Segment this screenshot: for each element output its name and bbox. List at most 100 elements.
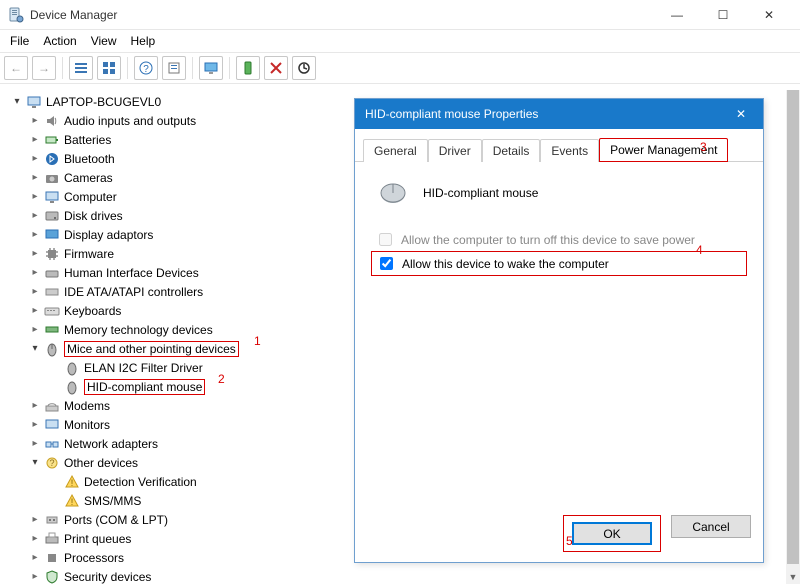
- toolbar-button[interactable]: [69, 56, 93, 80]
- scroll-down-icon[interactable]: ▼: [786, 570, 800, 584]
- annotation-5: 5: [566, 534, 573, 548]
- menu-action[interactable]: Action: [43, 34, 76, 48]
- tree-item-label: Firmware: [64, 247, 114, 261]
- expand-icon[interactable]: [28, 305, 42, 316]
- tree-item-label: Print queues: [64, 532, 131, 546]
- toolbar-button[interactable]: [236, 56, 260, 80]
- circle-arrow-icon: [297, 61, 311, 75]
- toolbar-button[interactable]: [162, 56, 186, 80]
- vertical-scrollbar[interactable]: ▲ ▼: [786, 90, 800, 584]
- tree-item-label: Computer: [64, 190, 117, 204]
- tab-events[interactable]: Events: [540, 139, 599, 162]
- memory-icon: [44, 322, 60, 338]
- ok-button[interactable]: OK: [572, 522, 652, 545]
- expand-icon[interactable]: [28, 153, 42, 164]
- expand-icon[interactable]: [28, 514, 42, 525]
- checkbox-wake[interactable]: Allow this device to wake the computer: [371, 251, 747, 276]
- dialog-close-button[interactable]: ✕: [729, 107, 753, 121]
- checkbox-turn-off: Allow the computer to turn off this devi…: [371, 228, 747, 251]
- toolbar-button[interactable]: [264, 56, 288, 80]
- checkbox-input[interactable]: [380, 257, 393, 270]
- tree-item-label: Ports (COM & LPT): [64, 513, 168, 527]
- tree-item-label: Monitors: [64, 418, 110, 432]
- tree-item-label: HID-compliant mouse: [84, 379, 205, 395]
- menu-file[interactable]: File: [10, 34, 29, 48]
- expand-icon[interactable]: [28, 191, 42, 202]
- warn-icon: !: [64, 474, 80, 490]
- expand-icon[interactable]: [28, 552, 42, 563]
- tree-item-label: Keyboards: [64, 304, 121, 318]
- tab-driver[interactable]: Driver: [428, 139, 482, 162]
- battery-icon: [44, 132, 60, 148]
- tree-item-label: IDE ATA/ATAPI controllers: [64, 285, 203, 299]
- computer-icon: [26, 94, 42, 110]
- separator: [192, 57, 193, 79]
- tree-item-label: Mice and other pointing devices: [64, 341, 239, 357]
- tree-item-label: Display adaptors: [64, 228, 153, 242]
- dialog-title: HID-compliant mouse Properties: [365, 107, 538, 121]
- hid-icon: [44, 265, 60, 281]
- tree-item-label: Cameras: [64, 171, 113, 185]
- checkbox-label: Allow the computer to turn off this devi…: [401, 233, 695, 247]
- toolbar-button[interactable]: [199, 56, 223, 80]
- tree-item-label: ELAN I2C Filter Driver: [84, 361, 203, 375]
- expand-icon[interactable]: [28, 134, 42, 145]
- expand-icon[interactable]: [28, 286, 42, 297]
- toolbar-button[interactable]: [97, 56, 121, 80]
- tree-item-label: Detection Verification: [84, 475, 197, 489]
- expand-icon[interactable]: [28, 533, 42, 544]
- annotation-1: 1: [254, 334, 261, 348]
- tree-item-security[interactable]: Security devices: [6, 567, 786, 584]
- expand-icon[interactable]: [10, 96, 24, 107]
- help-icon: ?: [139, 61, 153, 75]
- expand-icon[interactable]: [28, 267, 42, 278]
- monitor-icon: [204, 61, 218, 75]
- device-summary: HID-compliant mouse: [375, 180, 747, 206]
- tab-general[interactable]: General: [363, 139, 428, 162]
- expand-icon[interactable]: [28, 172, 42, 183]
- nav-back-button[interactable]: ←: [4, 56, 28, 80]
- uninstall-icon: [269, 61, 283, 75]
- expand-icon[interactable]: [28, 571, 42, 582]
- nav-forward-button[interactable]: →: [32, 56, 56, 80]
- window-controls: — ☐ ✕: [654, 0, 792, 30]
- cancel-button[interactable]: Cancel: [671, 515, 751, 538]
- toolbar-button[interactable]: [292, 56, 316, 80]
- computer-icon: [44, 189, 60, 205]
- svg-text:?: ?: [49, 458, 54, 468]
- tab-power-management[interactable]: Power Management: [599, 138, 728, 162]
- expand-icon[interactable]: [28, 324, 42, 335]
- cpu-icon: [44, 550, 60, 566]
- separator: [62, 57, 63, 79]
- maximize-button[interactable]: ☐: [700, 0, 746, 30]
- svg-text:!: !: [71, 478, 74, 488]
- expand-icon[interactable]: [28, 210, 42, 221]
- expand-icon[interactable]: [28, 419, 42, 430]
- device-name: HID-compliant mouse: [423, 186, 538, 200]
- modem-icon: [44, 398, 60, 414]
- tree-item-label: Disk drives: [64, 209, 123, 223]
- dialog-titlebar: HID-compliant mouse Properties ✕: [355, 99, 763, 129]
- expand-icon[interactable]: [28, 438, 42, 449]
- menu-view[interactable]: View: [91, 34, 117, 48]
- app-icon: [8, 7, 24, 23]
- props-icon: [167, 61, 181, 75]
- expand-icon[interactable]: [28, 115, 42, 126]
- minimize-button[interactable]: —: [654, 0, 700, 30]
- toolbar-button[interactable]: ?: [134, 56, 158, 80]
- mouse-large-icon: [375, 180, 411, 206]
- tab-details[interactable]: Details: [482, 139, 541, 162]
- arrow-left-icon: ←: [10, 61, 22, 75]
- expand-icon[interactable]: [28, 343, 42, 354]
- expand-icon[interactable]: [28, 248, 42, 259]
- expand-icon[interactable]: [28, 457, 42, 468]
- svg-text:!: !: [71, 497, 74, 507]
- menu-help[interactable]: Help: [131, 34, 156, 48]
- bluetooth-icon: [44, 151, 60, 167]
- expand-icon[interactable]: [28, 400, 42, 411]
- annotation-ok-highlight: OK: [563, 515, 661, 552]
- close-button[interactable]: ✕: [746, 0, 792, 30]
- expand-icon[interactable]: [28, 229, 42, 240]
- scrollbar-thumb[interactable]: [787, 90, 799, 564]
- tree-root-label: LAPTOP-BCUGEVL0: [46, 95, 161, 109]
